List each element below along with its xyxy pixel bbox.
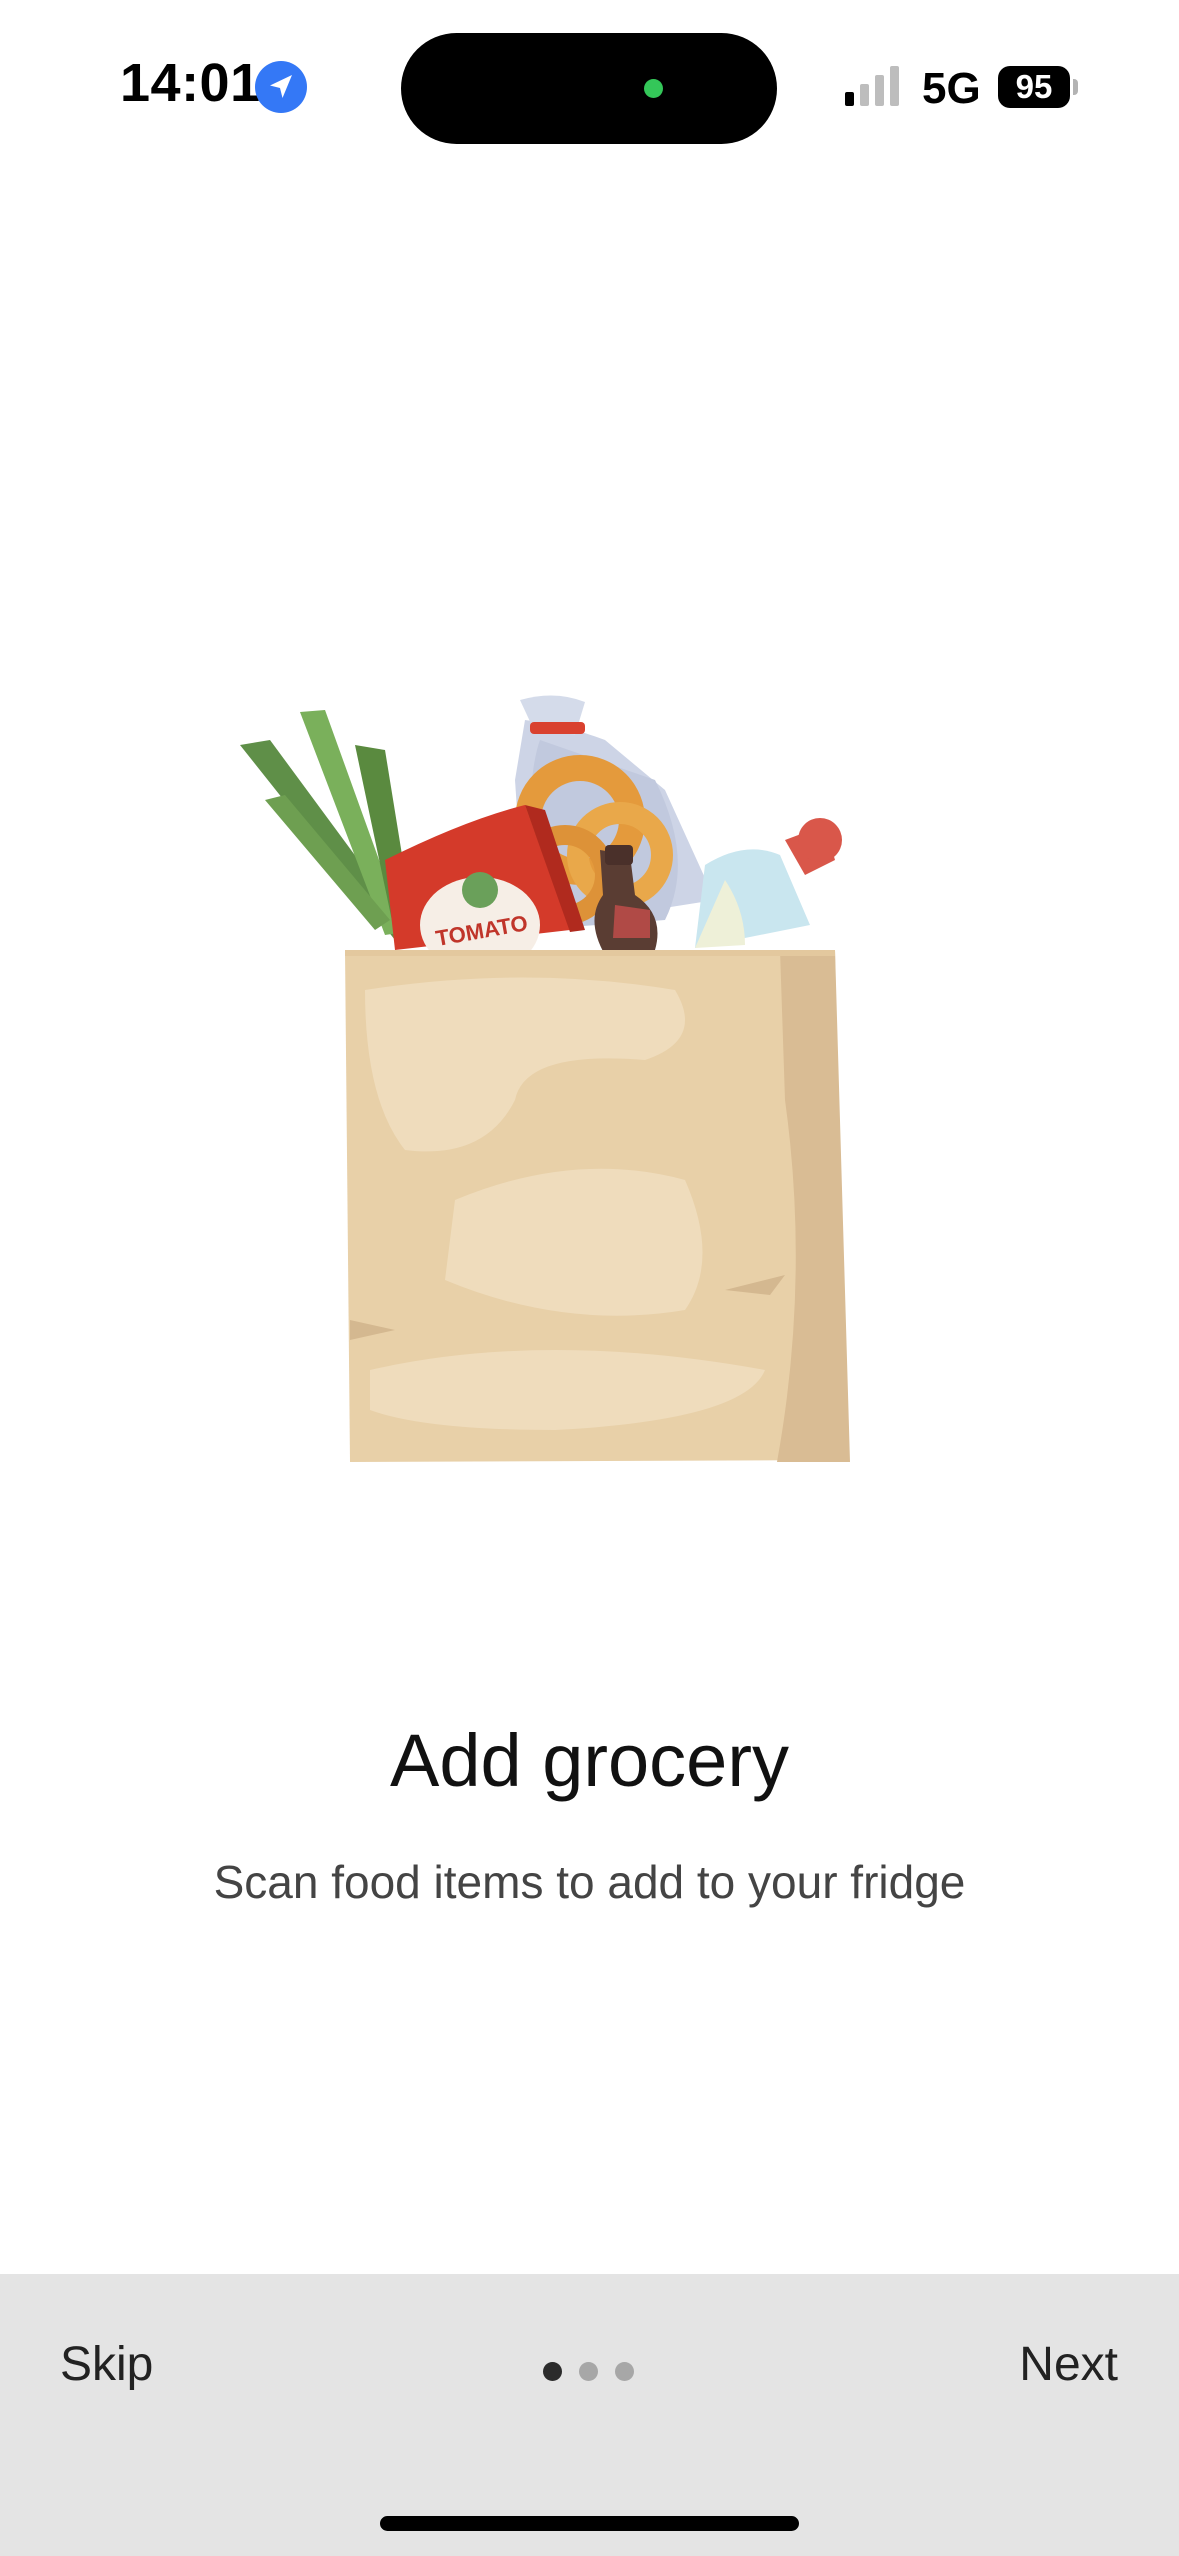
- location-arrow-icon: [255, 61, 307, 113]
- battery-level-label: 95: [998, 66, 1070, 108]
- onboarding-bottom-bar: Skip Next: [0, 2274, 1179, 2556]
- camera-indicator-dot: [644, 79, 663, 98]
- status-bar: 14:01 5G 95: [0, 0, 1179, 150]
- grocery-bag-illustration: TOMATO: [240, 695, 850, 1462]
- page-subtitle: Scan food items to add to your fridge: [213, 1856, 966, 1908]
- network-type-label: 5G: [922, 64, 981, 113]
- battery-cap: [1073, 79, 1078, 95]
- skip-button[interactable]: Skip: [60, 2337, 153, 2392]
- page-indicator[interactable]: [543, 2362, 638, 2384]
- battery-icon: 95: [998, 66, 1078, 108]
- paper-bag-icon: [345, 950, 850, 1462]
- page-title: Add grocery: [390, 1719, 789, 1802]
- page-dot-3[interactable]: [615, 2362, 634, 2381]
- status-time: 14:01: [120, 53, 261, 113]
- page-dot-1[interactable]: [543, 2362, 562, 2381]
- milk-bottle-icon: [695, 818, 842, 948]
- page-dot-2[interactable]: [579, 2362, 598, 2381]
- green-onion-icon: [240, 710, 415, 940]
- next-button[interactable]: Next: [1019, 2337, 1118, 2392]
- signal-bars-icon: [845, 66, 899, 106]
- home-indicator[interactable]: [380, 2516, 799, 2531]
- dynamic-island: [401, 33, 777, 144]
